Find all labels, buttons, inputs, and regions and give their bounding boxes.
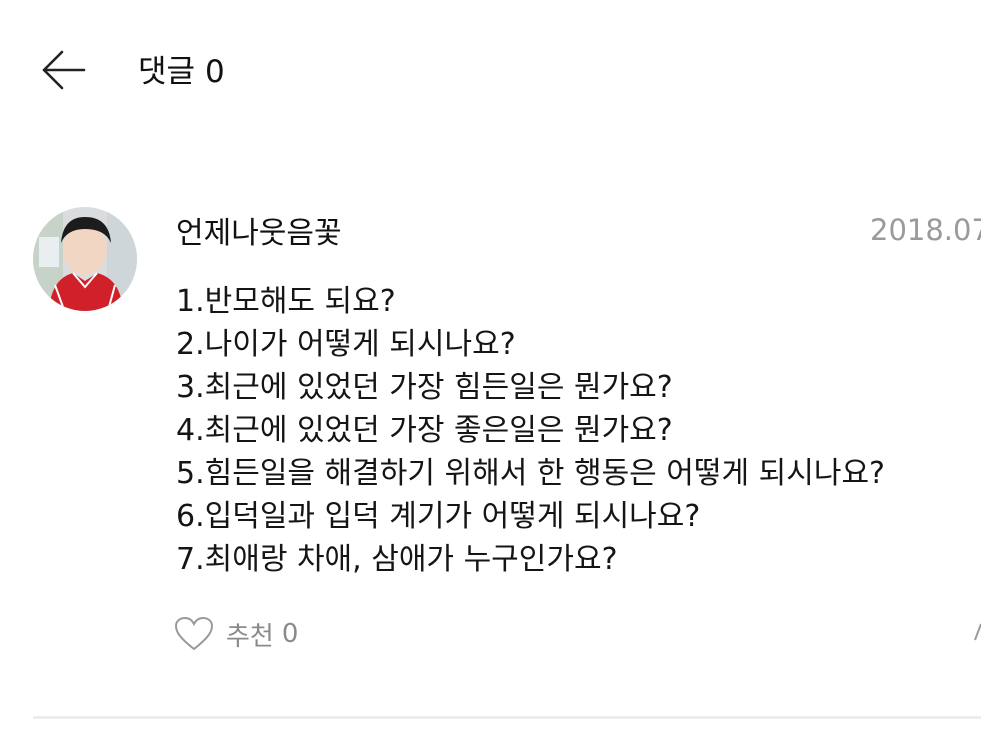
- avatar[interactable]: [33, 207, 137, 311]
- comment-line: 2.나이가 어떻게 되시나요?: [176, 327, 516, 362]
- page-title: 댓글 0: [138, 52, 225, 92]
- like-count: 0: [281, 619, 299, 649]
- back-button[interactable]: [38, 48, 88, 92]
- divider: [33, 716, 981, 719]
- comment-line: 6.입덕일과 입덕 계기가 어떻게 되시나요?: [176, 499, 701, 534]
- like-label: 추천: [226, 621, 274, 652]
- comment-date: 2018.07: [870, 213, 981, 247]
- comment-line: 1.반모해도 되요?: [176, 284, 396, 319]
- comment-line: 3.최근에 있었던 가장 힘든일은 뭔가요?: [176, 370, 673, 405]
- arrow-left-icon: [42, 50, 86, 90]
- header: 댓글 0: [0, 0, 981, 140]
- heart-outline-icon: [174, 616, 214, 651]
- comment-line: 4.최근에 있었던 가장 좋은일은 뭔가요?: [176, 413, 673, 448]
- comment-body: 1.반모해도 되요? 2.나이가 어떻게 되시나요? 3.최근에 있었던 가장 …: [176, 280, 885, 581]
- comment-item: 언제나웃음꽃 2018.07 1.반모해도 되요? 2.나이가 어떻게 되시나요…: [0, 200, 981, 680]
- avatar-photo: [33, 207, 137, 311]
- comment-count: 0: [205, 54, 225, 90]
- page-title-label: 댓글: [138, 54, 196, 90]
- comments-screen: 댓글 0 언제나웃음꽃 2018.07 1.반모해도 되요? 2.나이가 어떻게 …: [0, 0, 981, 736]
- comment-line: 5.힘든일을 해결하기 위해서 한 행동은 어떻게 되시나요?: [176, 456, 885, 491]
- more-icon[interactable]: [972, 620, 981, 644]
- comment-author[interactable]: 언제나웃음꽃: [176, 214, 342, 254]
- like-button[interactable]: 추천 0: [174, 614, 298, 654]
- comment-line: 7.최애랑 차애, 삼애가 누구인가요?: [176, 542, 618, 577]
